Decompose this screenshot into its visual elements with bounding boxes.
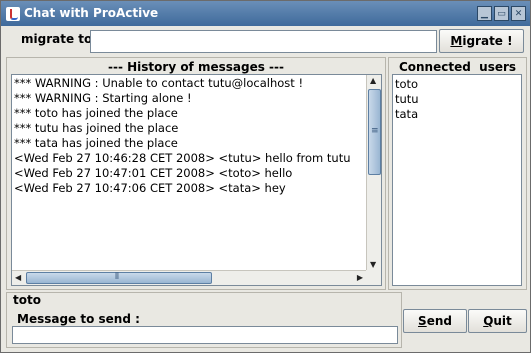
user-item[interactable]: tata <box>395 107 519 122</box>
history-messages: *** WARNING : Unable to contact tutu@loc… <box>14 76 365 268</box>
users-title: Connected users <box>398 60 517 74</box>
user-item[interactable]: tutu <box>395 92 519 107</box>
users-list-box[interactable]: toto tutu tata <box>392 74 522 286</box>
vertical-scrollbar[interactable]: ▲ ≡ ▼ <box>366 75 381 270</box>
grip-icon: ≡ <box>371 126 379 136</box>
horizontal-scroll-thumb[interactable]: ⦀ <box>26 272 212 284</box>
history-line: *** toto has joined the place <box>14 106 178 120</box>
history-line: *** tata has joined the place <box>14 136 178 150</box>
message-label: Message to send : <box>17 312 140 326</box>
history-line: <Wed Feb 27 10:47:01 CET 2008> <toto> he… <box>14 166 293 180</box>
history-line: *** WARNING : Starting alone ! <box>14 91 192 105</box>
quit-button[interactable]: Quit <box>468 309 527 333</box>
scroll-left-icon[interactable]: ◀ <box>15 273 21 282</box>
send-button-label: Send <box>418 314 452 328</box>
scroll-down-icon[interactable]: ▼ <box>370 260 376 269</box>
migrate-button[interactable]: Migrate ! <box>439 29 524 53</box>
users-list: toto tutu tata <box>393 75 521 124</box>
history-text-area[interactable]: *** WARNING : Unable to contact tutu@loc… <box>11 74 382 286</box>
grip-icon: ⦀ <box>115 272 119 282</box>
scroll-right-icon[interactable]: ▶ <box>357 273 363 282</box>
java-app-icon <box>6 6 20 21</box>
minimize-icon[interactable]: ▁ <box>477 6 492 21</box>
history-panel: --- History of messages --- *** WARNING … <box>6 57 386 290</box>
migrate-label: migrate to <box>21 32 93 46</box>
quit-button-label: Quit <box>483 314 512 328</box>
history-line: *** tutu has joined the place <box>14 121 179 135</box>
send-panel: toto Message to send : <box>6 292 402 348</box>
close-icon[interactable]: ✕ <box>511 6 526 21</box>
scroll-up-icon[interactable]: ▲ <box>370 76 376 85</box>
history-line: *** WARNING : Unable to contact tutu@loc… <box>14 76 304 90</box>
history-line: <Wed Feb 27 10:46:28 CET 2008> <tutu> he… <box>14 151 351 165</box>
horizontal-scrollbar[interactable]: ◀ ⦀ ▶ <box>12 270 366 285</box>
user-item[interactable]: toto <box>395 77 519 92</box>
history-title: --- History of messages --- <box>108 60 284 74</box>
send-button[interactable]: Send <box>403 309 467 333</box>
current-user-name: toto <box>13 293 41 307</box>
history-line: <Wed Feb 27 10:47:06 CET 2008> <tata> he… <box>14 181 286 195</box>
maximize-icon[interactable]: ▭ <box>494 6 509 21</box>
vertical-scroll-thumb[interactable]: ≡ <box>368 89 381 175</box>
message-input[interactable] <box>12 326 398 344</box>
window-controls: ▁ ▭ ✕ <box>477 6 526 21</box>
scroll-corner <box>366 270 381 285</box>
migrate-input[interactable] <box>90 30 437 53</box>
chat-window: Chat with ProActive ▁ ▭ ✕ migrate to Mig… <box>0 0 531 353</box>
window-title: Chat with ProActive <box>24 6 159 20</box>
users-panel: Connected users toto tutu tata <box>388 57 527 290</box>
title-bar[interactable]: Chat with ProActive ▁ ▭ ✕ <box>1 1 530 26</box>
migrate-button-label: Migrate ! <box>450 34 513 48</box>
